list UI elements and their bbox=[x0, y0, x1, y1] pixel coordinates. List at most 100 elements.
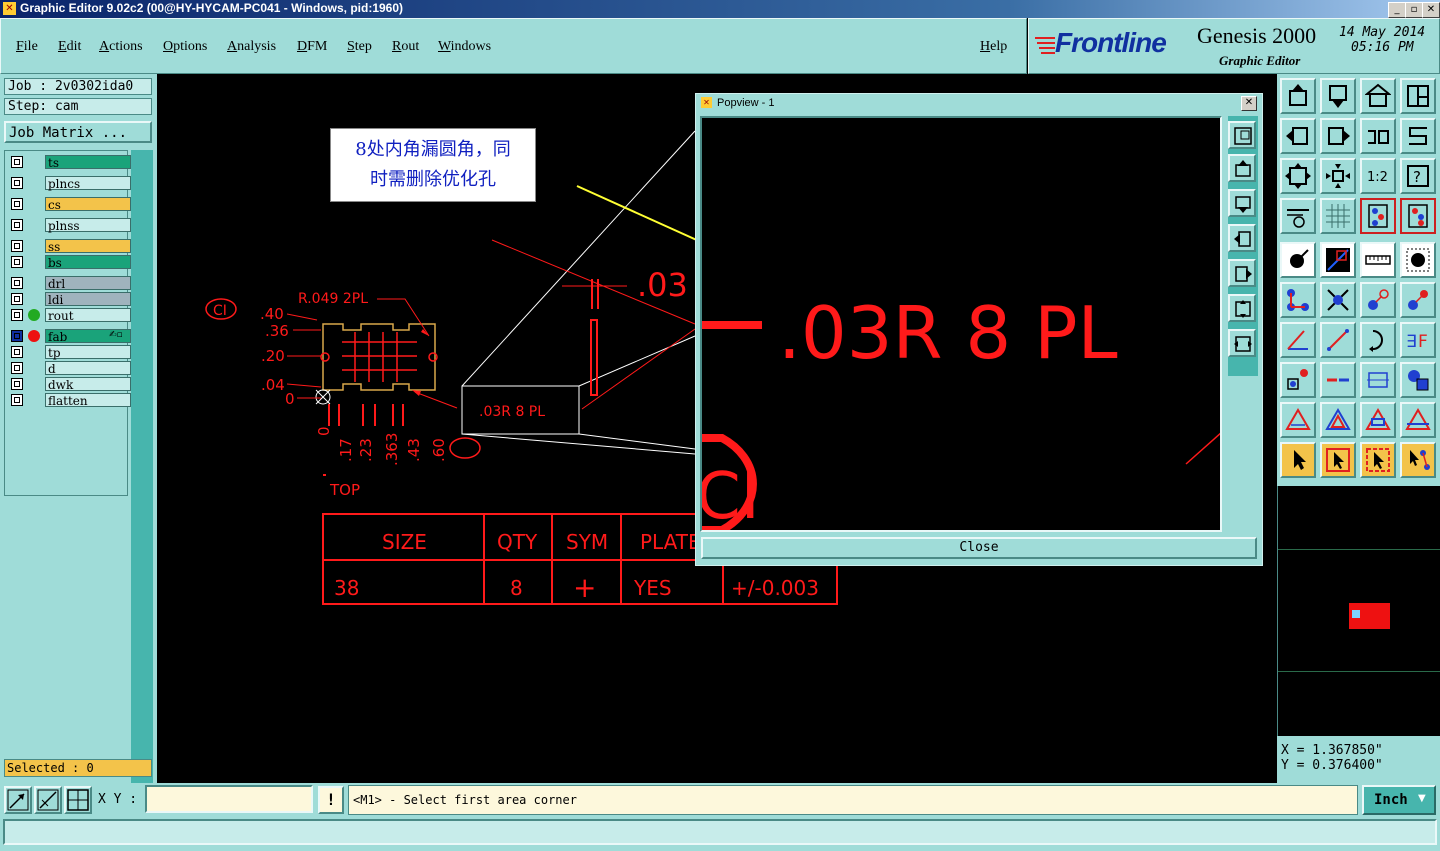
split-view-button[interactable] bbox=[1400, 78, 1436, 114]
menu-rout[interactable]: Rout bbox=[392, 39, 419, 55]
angle-button[interactable] bbox=[1280, 322, 1316, 358]
measure-button[interactable] bbox=[34, 786, 62, 814]
restore-button[interactable]: ▫ bbox=[1405, 2, 1423, 18]
popview-zoom-fit-button[interactable] bbox=[1228, 121, 1256, 149]
connect-pads-button[interactable] bbox=[1280, 282, 1316, 318]
pan-right-button[interactable] bbox=[1320, 118, 1356, 154]
line-split-button[interactable] bbox=[1320, 362, 1356, 398]
layer-checkbox[interactable] bbox=[11, 309, 23, 321]
dimension-button[interactable] bbox=[1360, 362, 1396, 398]
delete-feature-button[interactable] bbox=[1320, 282, 1356, 318]
layer-checkbox[interactable] bbox=[11, 277, 23, 289]
zoom-out-button[interactable] bbox=[1280, 158, 1316, 194]
add-feature-button[interactable] bbox=[1320, 242, 1356, 278]
layer-checkbox[interactable] bbox=[11, 378, 23, 390]
popview-canvas[interactable]: .03R 8 PL CI bbox=[700, 116, 1222, 532]
pointer-select-button[interactable] bbox=[1280, 442, 1316, 478]
popview-pan-up-button[interactable] bbox=[1228, 154, 1256, 182]
layer-item-dwk[interactable]: dwk bbox=[9, 377, 131, 392]
layer-item-flatten[interactable]: flatten bbox=[9, 393, 131, 408]
popview-pan-left-button[interactable] bbox=[1228, 224, 1256, 252]
popview-close-icon[interactable]: ✕ bbox=[1241, 96, 1257, 111]
copy-pad-button[interactable] bbox=[1400, 282, 1436, 318]
popview-close-button[interactable]: Close bbox=[701, 537, 1257, 559]
measure-tools-button[interactable] bbox=[1280, 198, 1316, 234]
snap-net-alt-button[interactable] bbox=[1400, 198, 1436, 234]
ruler-button[interactable] bbox=[1360, 242, 1396, 278]
feature-select-button[interactable] bbox=[1280, 242, 1316, 278]
layer-checkbox[interactable] bbox=[11, 256, 23, 268]
help-query-button[interactable]: ? bbox=[1400, 158, 1436, 194]
snap-net-button[interactable] bbox=[1360, 198, 1396, 234]
popview-pan-right-button[interactable] bbox=[1228, 259, 1256, 287]
layer-item-fab[interactable]: fab ✍▫ bbox=[9, 329, 131, 344]
pan-left-button[interactable] bbox=[1280, 118, 1316, 154]
mirror-button[interactable] bbox=[1360, 118, 1396, 154]
text-feature-button[interactable]: ∃ F bbox=[1400, 322, 1436, 358]
layer-item-tp[interactable]: tp bbox=[9, 345, 131, 360]
layer-checkbox[interactable] bbox=[11, 156, 23, 168]
layer-checkbox[interactable] bbox=[11, 362, 23, 374]
layer-checkbox[interactable] bbox=[11, 198, 23, 210]
menu-dfm[interactable]: DFM bbox=[297, 39, 327, 55]
popview-zoom-out-button[interactable] bbox=[1228, 294, 1256, 322]
popview-zoom-in-button[interactable] bbox=[1228, 329, 1256, 357]
zoom-in-button[interactable] bbox=[1320, 158, 1356, 194]
layer-item-plncs[interactable]: plncs bbox=[9, 176, 131, 191]
layer-item-bs[interactable]: bs bbox=[9, 255, 131, 270]
grid-toggle-button[interactable] bbox=[1320, 198, 1356, 234]
layer-item-ldi[interactable]: ldi bbox=[9, 292, 131, 307]
box-select-button[interactable] bbox=[1320, 442, 1356, 478]
popview-pan-down-button[interactable] bbox=[1228, 189, 1256, 217]
home-view-button[interactable] bbox=[1360, 78, 1396, 114]
layer-checkbox[interactable] bbox=[11, 346, 23, 358]
net-select-button[interactable] bbox=[1400, 442, 1436, 478]
swap-button[interactable] bbox=[1400, 118, 1436, 154]
pan-up-button[interactable] bbox=[1280, 78, 1316, 114]
layer-item-plnss[interactable]: plnss bbox=[9, 218, 131, 233]
layer-checkbox[interactable] bbox=[11, 219, 23, 231]
menu-windows[interactable]: Windows bbox=[438, 39, 491, 55]
draw-line-button[interactable] bbox=[1320, 322, 1356, 358]
triangle-edit-button[interactable] bbox=[1400, 402, 1436, 438]
pan-down-button[interactable] bbox=[1320, 78, 1356, 114]
layer-checkbox[interactable] bbox=[11, 177, 23, 189]
minimize-button[interactable]: _ bbox=[1388, 2, 1406, 18]
menu-actions[interactable]: Actions bbox=[99, 39, 143, 55]
triangle-pad-button[interactable] bbox=[1280, 402, 1316, 438]
units-select[interactable]: Inch ▼ bbox=[1362, 785, 1436, 815]
job-matrix-button[interactable]: Job Matrix ... bbox=[4, 121, 152, 143]
draw-arc-button[interactable] bbox=[1360, 322, 1396, 358]
zoom-1to1-button[interactable]: 1:2 bbox=[1360, 158, 1396, 194]
alert-button[interactable]: ! bbox=[318, 786, 344, 814]
layer-checkbox[interactable] bbox=[11, 240, 23, 252]
menu-file[interactable]: File bbox=[16, 39, 38, 55]
layer-item-ts[interactable]: ts bbox=[9, 155, 131, 170]
command-line[interactable] bbox=[3, 819, 1437, 845]
layer-item-d[interactable]: d bbox=[9, 361, 131, 376]
layer-item-cs[interactable]: cs bbox=[9, 197, 131, 212]
layer-item-ss[interactable]: ss bbox=[9, 239, 131, 254]
layer-checkbox[interactable] bbox=[11, 330, 23, 342]
shape-group-button[interactable] bbox=[1400, 362, 1436, 398]
overview-map[interactable] bbox=[1277, 486, 1440, 736]
layer-item-rout[interactable]: rout bbox=[9, 308, 131, 323]
menu-analysis[interactable]: Analysis bbox=[227, 39, 276, 55]
menu-options[interactable]: Options bbox=[163, 39, 207, 55]
close-window-button[interactable]: ✕ bbox=[1422, 2, 1440, 18]
zoom-window-button[interactable] bbox=[4, 786, 32, 814]
triangle-select-button[interactable] bbox=[1320, 402, 1356, 438]
pad-select-button[interactable] bbox=[1280, 362, 1316, 398]
layer-checkbox[interactable] bbox=[11, 293, 23, 305]
area-select-button[interactable] bbox=[1360, 442, 1396, 478]
grid-snap-button[interactable] bbox=[64, 786, 92, 814]
layer-list-scrollbar[interactable] bbox=[131, 150, 153, 840]
popview-window[interactable]: ✕ Popview - 1 ✕ .03R 8 PL CI Close bbox=[695, 93, 1263, 566]
menu-step[interactable]: Step bbox=[347, 39, 372, 55]
xy-input[interactable] bbox=[145, 785, 313, 813]
menu-help[interactable]: Help bbox=[980, 39, 1007, 55]
layer-item-drl[interactable]: drl bbox=[9, 276, 131, 291]
menu-edit[interactable]: Edit bbox=[58, 39, 81, 55]
move-pad-button[interactable] bbox=[1360, 282, 1396, 318]
triangle-fill-button[interactable] bbox=[1360, 402, 1396, 438]
